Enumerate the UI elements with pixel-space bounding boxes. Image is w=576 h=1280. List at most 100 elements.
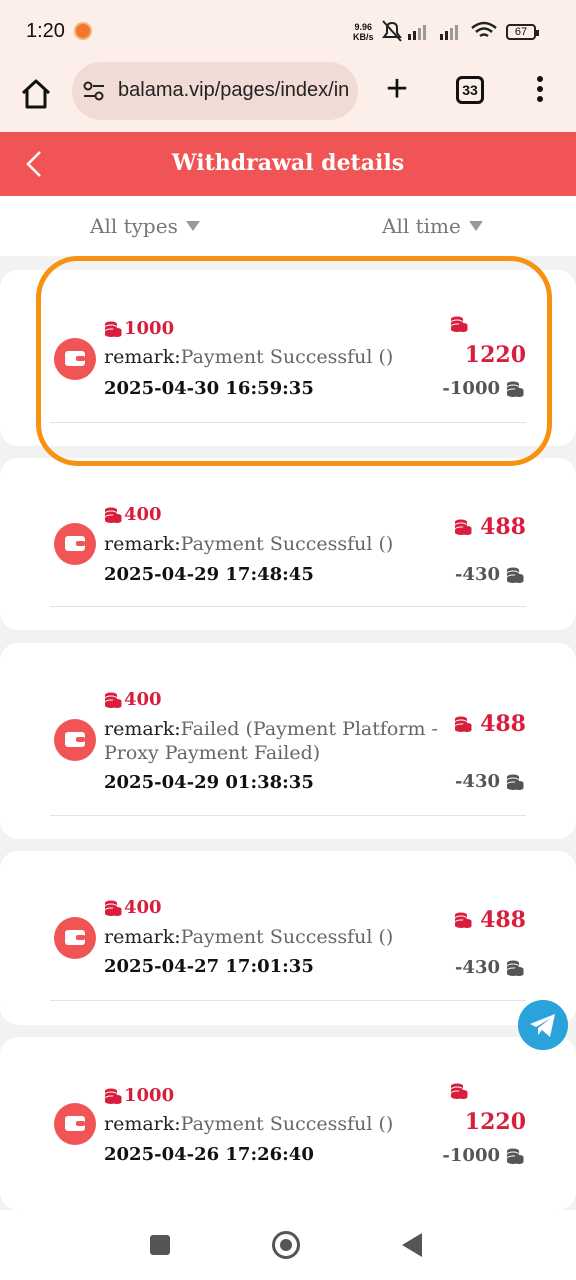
coins-icon xyxy=(104,899,122,917)
withdrawal-amount-value: 400 xyxy=(124,897,162,918)
withdrawal-amount-value: 1000 xyxy=(124,1085,175,1106)
balance-change: -430 xyxy=(455,771,524,792)
network-speed: 9.96 KB/s xyxy=(353,22,374,42)
home-nav-button[interactable] xyxy=(272,1231,300,1259)
balance-change-value: -430 xyxy=(454,957,500,978)
page-title: Withdrawal details xyxy=(171,150,405,176)
record-remark: remark:Payment Successful () xyxy=(104,532,444,556)
telegram-icon[interactable] xyxy=(518,1000,568,1050)
more-menu-button[interactable] xyxy=(530,74,550,106)
coins-icon xyxy=(506,566,524,584)
record-date: 2025-04-26 17:26:40 xyxy=(104,1144,314,1165)
coins-icon xyxy=(506,1147,524,1165)
coins-icon xyxy=(454,715,472,733)
coins-icon xyxy=(454,518,472,536)
balance-change-value: -430 xyxy=(454,771,500,792)
home-button[interactable] xyxy=(18,76,54,112)
time-filter-label: All time xyxy=(382,214,461,238)
balance-amount: 488 xyxy=(454,907,526,933)
coins-icon xyxy=(450,1082,468,1100)
balance-amount-value: 488 xyxy=(480,514,526,540)
remark-label: remark: xyxy=(104,1113,181,1135)
withdrawal-amount: 1000 xyxy=(104,318,174,339)
network-speed-value: 9.96 xyxy=(354,22,373,32)
status-bar: 1:20 9.96 KB/s 67 xyxy=(0,0,576,60)
system-nav-bar xyxy=(0,1210,576,1280)
mute-bell-icon xyxy=(382,20,402,42)
balance-change: -430 xyxy=(455,564,524,585)
withdrawal-record[interactable]: 1000 remark:Payment Successful () 2025-0… xyxy=(0,1037,576,1210)
divider xyxy=(50,606,526,607)
withdrawal-amount: 400 xyxy=(104,504,162,525)
coins-icon xyxy=(454,911,472,929)
site-settings-icon[interactable] xyxy=(82,80,106,102)
withdrawal-amount: 400 xyxy=(104,689,162,710)
dropdown-arrow-icon xyxy=(185,221,200,231)
balance-amount: 1220 xyxy=(464,342,526,368)
filter-bar: All types All time xyxy=(0,196,576,256)
withdrawal-record[interactable]: 400 remark:Payment Successful () 2025-04… xyxy=(0,851,576,1025)
type-filter-label: All types xyxy=(90,214,178,238)
remark-label: remark: xyxy=(104,533,181,555)
coins-icon xyxy=(450,315,468,333)
withdrawal-record[interactable]: 400 remark:Payment Successful () 2025-04… xyxy=(0,458,576,630)
balance-change: -1000 xyxy=(442,378,524,399)
withdrawal-amount-value: 400 xyxy=(124,504,162,525)
withdrawal-amount-value: 400 xyxy=(124,689,162,710)
record-date: 2025-04-29 01:38:35 xyxy=(104,772,314,793)
balance-amount-value: 488 xyxy=(480,907,526,933)
new-tab-button[interactable]: + xyxy=(380,70,414,108)
remark-label: remark: xyxy=(104,718,181,740)
coins-icon xyxy=(104,506,122,524)
remark-text: Payment Successful () xyxy=(180,926,394,948)
withdrawal-amount: 400 xyxy=(104,897,162,918)
type-filter-dropdown[interactable]: All types xyxy=(90,214,200,238)
withdrawal-record[interactable]: 400 remark:Failed (Payment Platform - Pr… xyxy=(0,643,576,839)
coins-icon xyxy=(506,773,524,791)
remark-text: Payment Successful () xyxy=(180,346,394,368)
balance-amount: 488 xyxy=(454,711,526,737)
wallet-icon xyxy=(54,917,96,959)
balance-change-value: -1000 xyxy=(442,378,500,399)
network-speed-unit: KB/s xyxy=(353,32,374,42)
back-nav-button[interactable] xyxy=(402,1233,422,1257)
remark-text: Payment Successful () xyxy=(180,533,394,555)
coins-icon xyxy=(104,691,122,709)
withdrawal-amount: 1000 xyxy=(104,1085,174,1106)
divider xyxy=(50,422,526,423)
wallet-icon xyxy=(54,719,96,761)
balance-amount: 1220 xyxy=(464,1109,526,1135)
withdrawal-record[interactable]: 1000 remark:Payment Successful () 2025-0… xyxy=(0,270,576,446)
signal-icon-2 xyxy=(440,25,458,40)
recents-button[interactable] xyxy=(150,1235,170,1255)
record-date: 2025-04-30 16:59:35 xyxy=(104,378,314,399)
wallet-icon xyxy=(54,1103,96,1145)
record-date: 2025-04-27 17:01:35 xyxy=(104,956,314,977)
divider xyxy=(50,815,526,816)
address-bar[interactable]: balama.vip/pages/index/inc xyxy=(72,62,358,120)
wallet-icon xyxy=(54,338,96,380)
record-remark: remark:Payment Successful () xyxy=(104,345,444,369)
coins-icon xyxy=(506,380,524,398)
coins-icon xyxy=(104,1087,122,1105)
time-filter-dropdown[interactable]: All time xyxy=(382,214,483,238)
balance-amount: 488 xyxy=(454,514,526,540)
balance-change: -430 xyxy=(455,957,524,978)
status-time: 1:20 xyxy=(26,20,65,42)
coins-icon xyxy=(104,320,122,338)
balance-amount-value: 488 xyxy=(480,711,526,737)
remark-text: Payment Successful () xyxy=(180,1113,394,1135)
record-date: 2025-04-29 17:48:45 xyxy=(104,564,314,585)
wallet-icon xyxy=(54,523,96,565)
browser-toolbar: balama.vip/pages/index/inc + 33 xyxy=(0,60,576,132)
divider xyxy=(50,1000,526,1001)
page-header: Withdrawal details xyxy=(0,132,576,196)
dropdown-arrow-icon xyxy=(468,221,483,231)
tab-switcher-button[interactable]: 33 xyxy=(456,76,484,104)
remark-label: remark: xyxy=(104,926,181,948)
balance-change-value: -430 xyxy=(454,564,500,585)
url-text[interactable]: balama.vip/pages/index/inc xyxy=(118,79,350,102)
remark-label: remark: xyxy=(104,346,181,368)
withdrawal-amount-value: 1000 xyxy=(124,318,175,339)
balance-change-value: -1000 xyxy=(442,1145,500,1166)
